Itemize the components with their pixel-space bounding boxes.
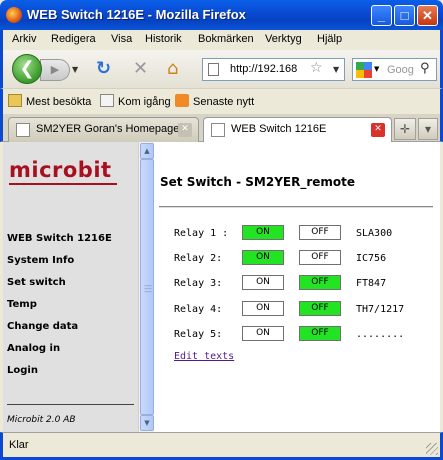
bookmark-page-icon: [100, 94, 114, 107]
scrollbar-grip-icon: — — —: [144, 281, 152, 296]
sidebar-link-set-switch[interactable]: Set switch: [7, 277, 66, 288]
sidebar-link-system-info[interactable]: System Info: [7, 255, 74, 266]
relay-4-on-button[interactable]: ON: [242, 301, 284, 316]
history-dropdown-icon[interactable]: ▼: [72, 65, 78, 74]
bookmark-latest-headlines[interactable]: Senaste nytt: [175, 94, 254, 108]
sidebar-link-web-switch[interactable]: WEB Switch 1216E: [7, 233, 112, 244]
status-text: Klar: [9, 439, 29, 451]
page-icon: [211, 123, 225, 137]
window-titlebar[interactable]: WEB Switch 1216E - Mozilla Firefox _ □ ✕: [0, 0, 443, 30]
forward-button[interactable]: ▶: [40, 59, 70, 81]
status-bar: Klar: [0, 432, 443, 460]
tab-label: WEB Switch 1216E: [231, 123, 327, 135]
url-bar[interactable]: http://192.168 ☆ ▼: [202, 58, 345, 81]
window-title: WEB Switch 1216E - Mozilla Firefox: [27, 7, 246, 22]
stop-icon[interactable]: ✕: [133, 59, 148, 79]
menu-historik[interactable]: Historik: [145, 33, 182, 45]
web-content: microbit WEB Switch 1216E System Info Se…: [3, 142, 440, 432]
scroll-down-icon[interactable]: ▼: [140, 415, 154, 431]
logo-underline: [9, 183, 117, 185]
navigation-toolbar: ▶ ❮ ▼ ↻ ✕ ⌂ http://192.168 ☆ ▼ ▼ Goog ⚲: [0, 50, 443, 88]
tab-web-switch[interactable]: WEB Switch 1216E ✕: [203, 117, 392, 142]
main-frame: Set Switch - SM2YER_remote Relay 1 : ON …: [154, 142, 440, 432]
relay-5-off-button[interactable]: OFF: [299, 326, 341, 341]
menu-arkiv[interactable]: Arkiv: [12, 33, 36, 45]
relay-5-on-button[interactable]: ON: [242, 326, 284, 341]
search-engine-dropdown-icon[interactable]: ▼: [374, 65, 379, 73]
page-title: Set Switch - SM2YER_remote: [160, 175, 356, 189]
rss-icon: [175, 94, 189, 107]
page-icon: [16, 123, 30, 137]
sidebar-link-temp[interactable]: Temp: [7, 299, 37, 310]
menu-visa[interactable]: Visa: [111, 33, 132, 45]
menu-bokmarken[interactable]: Bokmärken: [198, 33, 254, 45]
close-tab-icon[interactable]: ✕: [371, 123, 385, 137]
relay-description: FT847: [356, 278, 387, 289]
relay-4-off-button[interactable]: OFF: [299, 301, 341, 316]
resize-grip-icon[interactable]: [426, 443, 438, 455]
sidebar-scrollbar[interactable]: ▲ — — — ▼: [138, 142, 154, 432]
bookmarks-toolbar: Mest besökta Kom igång Senaste nytt: [0, 88, 443, 114]
list-tabs-icon[interactable]: ▾: [418, 118, 438, 140]
microbit-logo: microbit: [9, 158, 112, 182]
relay-description: ........: [356, 329, 405, 340]
menu-verktyg[interactable]: Verktyg: [265, 33, 302, 45]
url-text[interactable]: http://192.168: [230, 63, 297, 75]
relay-description: TH7/1217: [356, 304, 405, 315]
close-window-button[interactable]: ✕: [417, 5, 438, 26]
bookmark-star-icon[interactable]: ☆: [310, 60, 323, 76]
page-icon: [208, 63, 219, 76]
relay-description: SLA300: [356, 228, 393, 239]
relay-label: Relay 1 :: [174, 228, 229, 239]
relay-2-on-button[interactable]: ON: [242, 250, 284, 265]
relay-1-on-button[interactable]: ON: [242, 225, 284, 240]
bookmark-folder-icon: [8, 94, 22, 107]
search-icon[interactable]: ⚲: [420, 61, 430, 76]
relay-1-off-button[interactable]: OFF: [299, 225, 341, 240]
relay-3-off-button[interactable]: OFF: [299, 275, 341, 290]
relay-label: Relay 3:: [174, 278, 223, 289]
bookmark-most-visited[interactable]: Mest besökta: [8, 94, 91, 108]
sidebar-link-analog-in[interactable]: Analog in: [7, 343, 60, 354]
relay-3-on-button[interactable]: ON: [242, 275, 284, 290]
relay-label: Relay 4:: [174, 304, 223, 315]
tab-bar: SM2YER Goran's Homepage ✕ WEB Switch 121…: [0, 114, 443, 142]
sidebar-link-change-data[interactable]: Change data: [7, 321, 78, 332]
relay-label: Relay 5:: [174, 329, 223, 340]
minimize-button[interactable]: _: [371, 5, 392, 26]
menu-bar: Arkiv Redigera Visa Historik Bokmärken V…: [0, 30, 443, 50]
search-input[interactable]: Goog: [387, 64, 414, 76]
tab-label: SM2YER Goran's Homepage: [36, 123, 180, 135]
bookmark-label: Kom igång: [118, 96, 171, 108]
tab-homepage[interactable]: SM2YER Goran's Homepage ✕: [8, 117, 199, 142]
bookmark-label: Senaste nytt: [193, 96, 255, 108]
bookmark-getting-started[interactable]: Kom igång: [100, 94, 171, 108]
scroll-up-icon[interactable]: ▲: [140, 143, 154, 159]
relay-label: Relay 2:: [174, 253, 223, 264]
home-icon[interactable]: ⌂: [167, 59, 178, 79]
maximize-button[interactable]: □: [394, 5, 415, 26]
firefox-icon: [6, 7, 22, 23]
relay-2-off-button[interactable]: OFF: [299, 250, 341, 265]
edit-texts-link[interactable]: Edit texts: [174, 351, 234, 362]
search-box[interactable]: ▼ Goog ⚲: [352, 58, 437, 81]
google-icon[interactable]: [356, 62, 372, 78]
sidebar-frame: microbit WEB Switch 1216E System Info Se…: [3, 142, 138, 432]
menu-hjalp[interactable]: Hjälp: [317, 33, 342, 45]
sidebar-link-login[interactable]: Login: [7, 365, 38, 376]
relay-description: IC756: [356, 253, 387, 264]
scrollbar-thumb[interactable]: — — —: [140, 159, 154, 415]
menu-redigera[interactable]: Redigera: [51, 33, 96, 45]
footer-divider: [7, 404, 134, 405]
footer-text: Microbit 2.0 AB: [7, 415, 76, 425]
title-divider: [159, 206, 433, 208]
back-button[interactable]: ❮: [12, 54, 42, 84]
new-tab-icon[interactable]: ✛: [394, 118, 416, 140]
url-dropdown-icon[interactable]: ▼: [333, 65, 339, 74]
reload-icon[interactable]: ↻: [96, 59, 111, 79]
close-tab-icon[interactable]: ✕: [178, 123, 192, 137]
bookmark-label: Mest besökta: [26, 96, 92, 108]
